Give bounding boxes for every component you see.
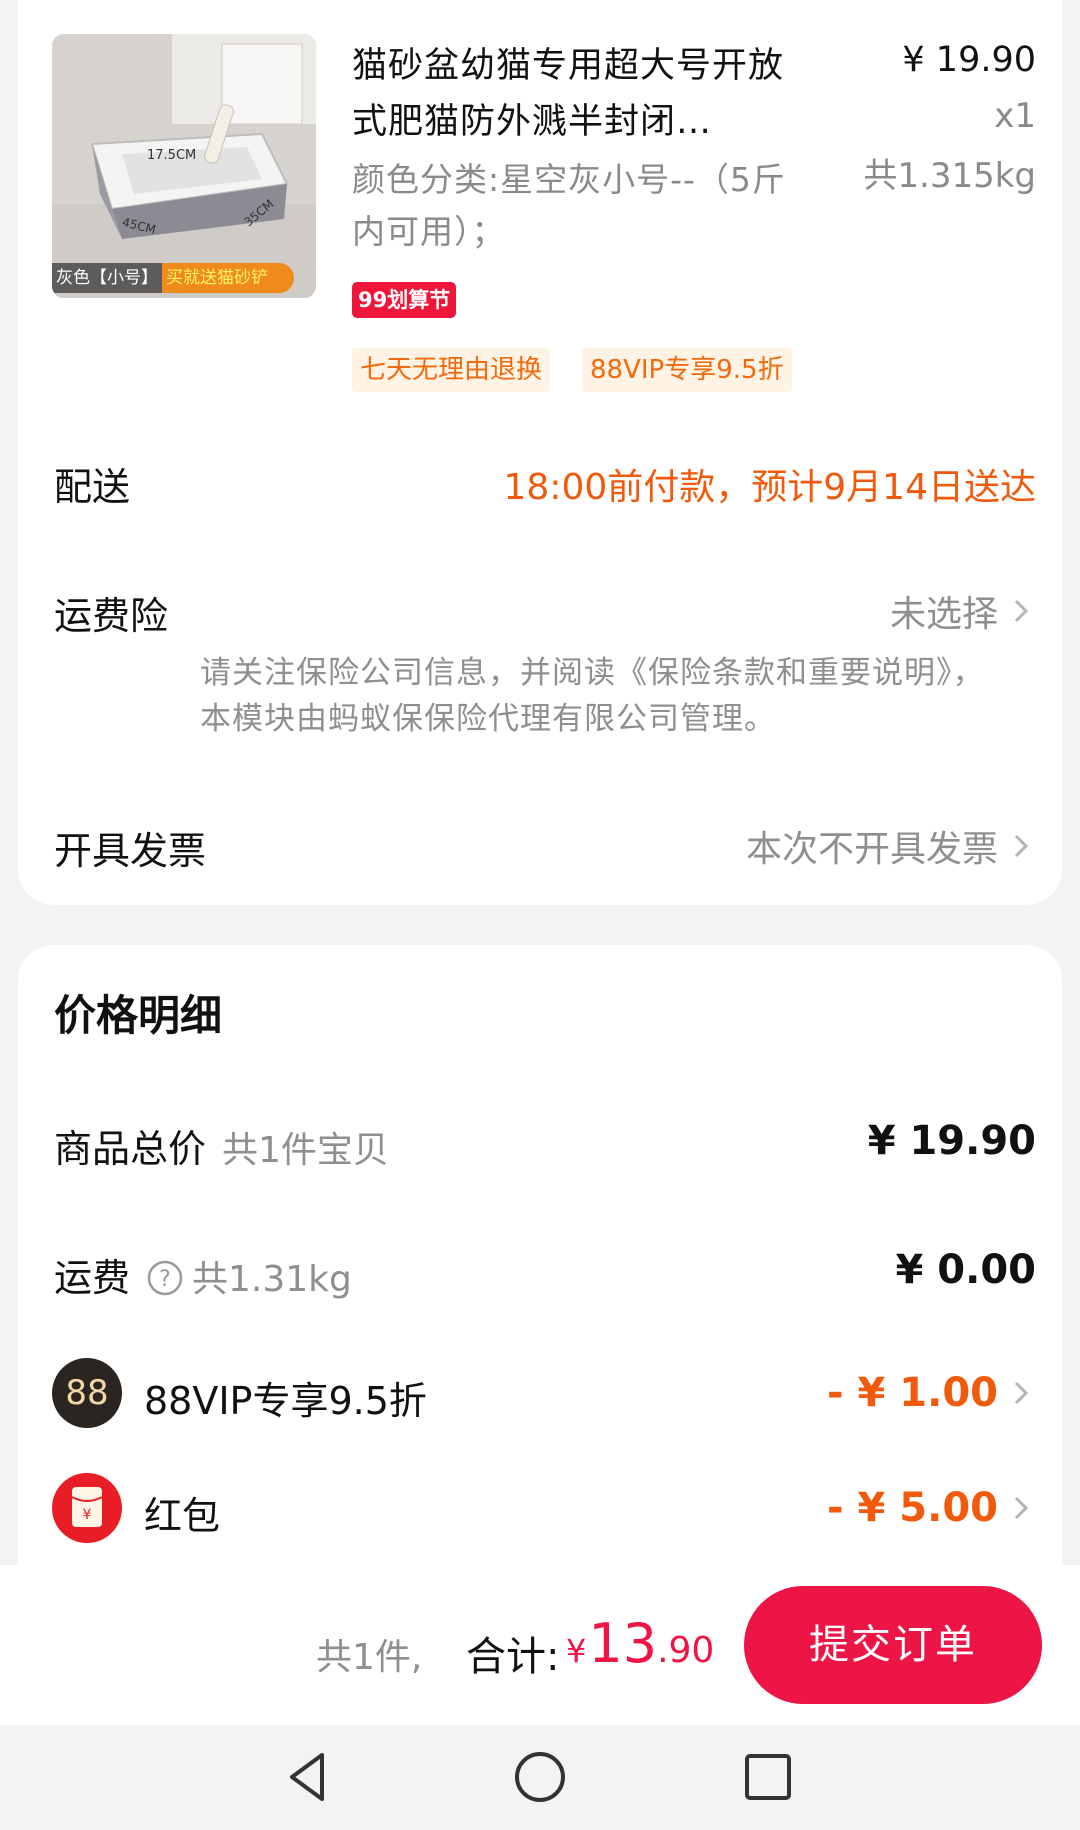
goods-total-value: ¥ 19.90: [867, 1118, 1036, 1164]
svg-text:?: ?: [159, 1267, 171, 1292]
product-price: ¥ 19.90: [902, 40, 1036, 80]
product-title[interactable]: 猫砂盆幼猫专用超大号开放式肥猫防外溅半封闭…: [352, 38, 802, 150]
invoice-label: 开具发票: [54, 829, 207, 873]
vip-discount-selector[interactable]: - ¥ 1.00: [827, 1370, 1036, 1416]
help-icon[interactable]: ?: [146, 1259, 184, 1297]
goods-total-count: 共1件宝贝: [222, 1130, 389, 1171]
freight-weight: 共1.31kg: [192, 1259, 352, 1300]
vip-88-icon: 88: [52, 1358, 122, 1428]
insurance-note[interactable]: 请关注保险公司信息，并阅读《保险条款和重要说明》，本模块由蚂蚁保保险代理有限公司…: [200, 650, 990, 742]
total-currency: ¥: [566, 1632, 587, 1670]
chevron-right-icon: [1014, 599, 1029, 623]
hongbao-value: - ¥ 5.00: [827, 1485, 998, 1531]
nav-recents-icon[interactable]: [736, 1745, 800, 1809]
product-weight: 共1.315kg: [863, 156, 1036, 196]
image-gift-label: 买就送猫砂铲: [162, 263, 294, 293]
product-quantity: x1: [994, 96, 1036, 136]
item-count: 共1件,: [316, 1637, 423, 1678]
freight-row: 运费? 共1.31kg: [54, 1247, 352, 1302]
invoice-value: 本次不开具发票: [745, 829, 998, 870]
freight-value: ¥ 0.00: [895, 1247, 1036, 1293]
delivery-label: 配送: [54, 465, 131, 509]
chevron-right-icon: [1014, 1496, 1029, 1520]
delivery-value: 18:00前付款，预计9月14日送达: [504, 458, 1036, 510]
vip-discount-label: 88VIP专享9.5折: [144, 1379, 427, 1423]
hongbao-icon: ¥: [52, 1473, 122, 1543]
total-label: 合计:: [466, 1634, 560, 1680]
hongbao-selector[interactable]: - ¥ 5.00: [827, 1485, 1036, 1531]
total-decimal: .90: [657, 1630, 715, 1671]
goods-total-row: 商品总价 共1件宝贝: [54, 1118, 389, 1173]
goods-total-label: 商品总价: [54, 1127, 207, 1171]
total-amount: ¥ 13 .90: [566, 1612, 714, 1675]
vip-discount-tag: 88VIP专享9.5折: [582, 348, 792, 392]
svg-text:¥: ¥: [83, 1507, 92, 1523]
nav-home-icon[interactable]: [508, 1745, 572, 1809]
product-image[interactable]: 17.5CM 45CM 35CM 灰色【小号】 买就送猫砂铲: [52, 34, 316, 298]
freight-label: 运费: [54, 1256, 131, 1300]
dimension-height: 17.5CM: [147, 148, 197, 163]
chevron-right-icon: [1014, 1381, 1029, 1405]
system-nav-bar: [0, 1725, 1080, 1830]
price-details-title: 价格明细: [54, 991, 223, 1040]
promo-badge: 99划算节: [352, 282, 457, 318]
return-policy-tag: 七天无理由退换: [352, 348, 551, 392]
total-integer: 13: [588, 1612, 658, 1675]
chevron-right-icon: [1014, 834, 1029, 858]
invoice-selector[interactable]: 本次不开具发票: [746, 820, 1036, 872]
delivery-estimate: 18:00前付款，预计9月14日送达: [503, 467, 1036, 508]
shipping-insurance-value: 未选择: [889, 594, 998, 635]
submit-order-button[interactable]: 提交订单: [744, 1586, 1042, 1704]
shipping-insurance-label: 运费险: [54, 594, 169, 638]
image-variant-label: 灰色【小号】: [52, 263, 162, 293]
nav-back-icon[interactable]: [278, 1745, 342, 1809]
shipping-insurance-selector[interactable]: 未选择: [890, 585, 1036, 637]
image-promo-strip: 灰色【小号】 买就送猫砂铲: [52, 258, 316, 298]
product-spec[interactable]: 颜色分类:星空灰小号--（5斤内可用）；: [352, 154, 802, 258]
hongbao-label: 红包: [144, 1494, 221, 1538]
vip-discount-value: - ¥ 1.00: [827, 1370, 998, 1416]
